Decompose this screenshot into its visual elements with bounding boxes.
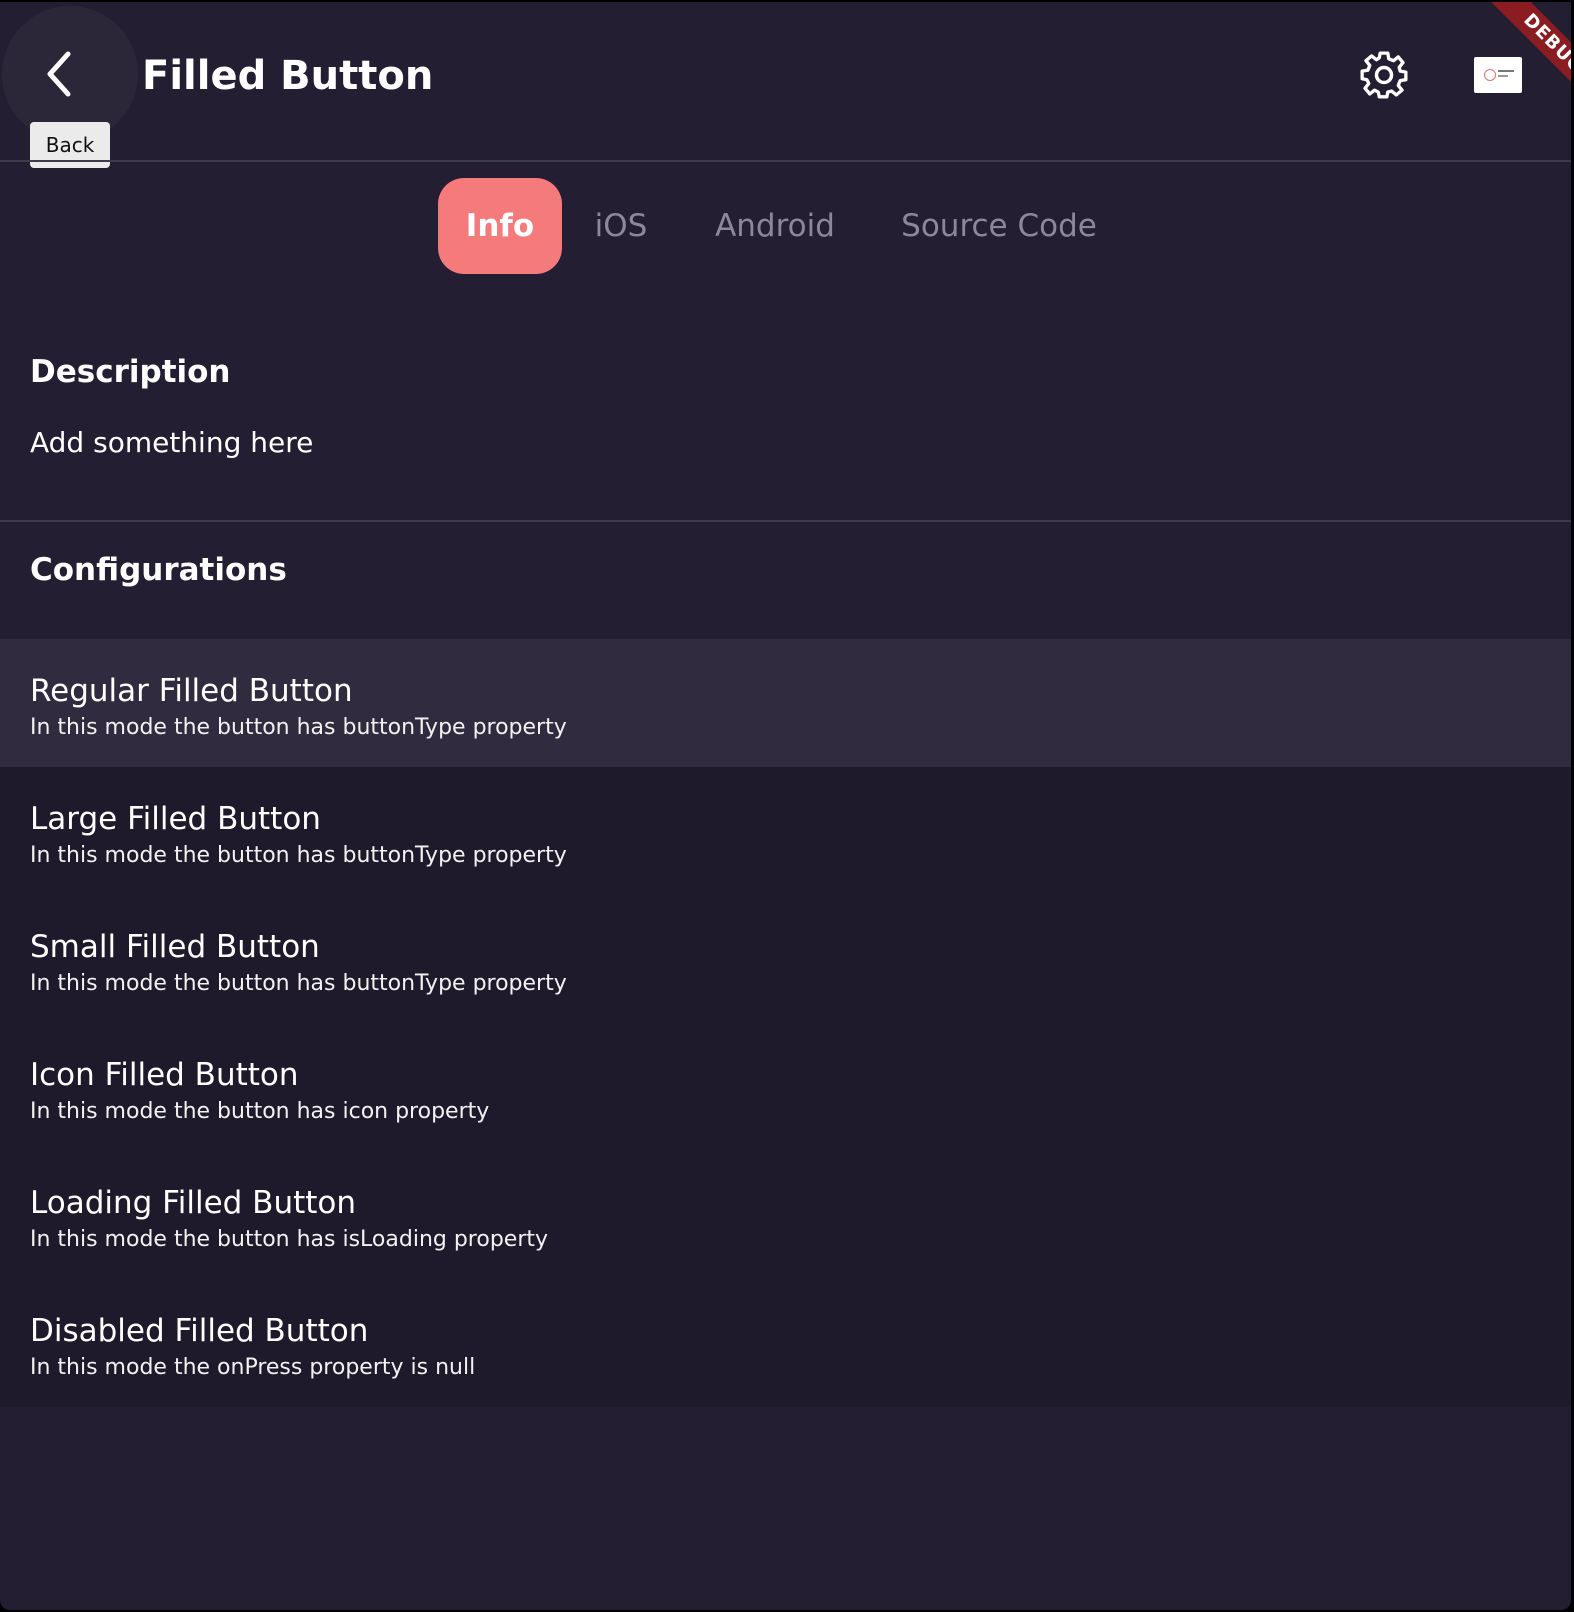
list-item-title: Loading Filled Button: [30, 1185, 357, 1221]
list-item-loading[interactable]: Loading Filled Button In this mode the b…: [0, 1151, 1571, 1279]
section-divider: [0, 520, 1571, 522]
list-item-title: Large Filled Button: [30, 801, 321, 837]
tab-bar: Info iOS Android Source Code: [0, 178, 1571, 274]
list-item-icon[interactable]: Icon Filled Button In this mode the butt…: [0, 1023, 1571, 1151]
list-item-title: Small Filled Button: [30, 929, 320, 965]
list-item-large[interactable]: Large Filled Button In this mode the but…: [0, 767, 1571, 895]
list-item-subtitle: In this mode the button has icon propert…: [30, 1099, 490, 1124]
debug-banner-container: DEBUG: [1451, 2, 1571, 122]
list-item-small[interactable]: Small Filled Button In this mode the but…: [0, 895, 1571, 1023]
description-heading: Description: [30, 354, 231, 390]
list-item-title: Regular Filled Button: [30, 673, 353, 709]
tab-info[interactable]: Info: [438, 178, 562, 274]
app-window: Back Filled Button DEBUG Info iOS Androi…: [0, 2, 1571, 1610]
list-item-subtitle: In this mode the button has buttonType p…: [30, 715, 567, 740]
configurations-list: Regular Filled Button In this mode the b…: [0, 639, 1571, 1407]
tab-ios[interactable]: iOS: [578, 178, 664, 274]
app-bar: Back Filled Button DEBUG: [0, 2, 1571, 168]
debug-banner: DEBUG: [1486, 2, 1571, 111]
list-item-regular[interactable]: Regular Filled Button In this mode the b…: [0, 639, 1571, 767]
list-item-title: Icon Filled Button: [30, 1057, 299, 1093]
description-text: Add something here: [30, 426, 314, 459]
chevron-left-icon: [47, 51, 71, 97]
list-item-subtitle: In this mode the button has buttonType p…: [30, 971, 567, 996]
gear-icon[interactable]: [1358, 48, 1410, 100]
list-item-disabled[interactable]: Disabled Filled Button In this mode the …: [0, 1279, 1571, 1407]
app-bar-divider: [0, 160, 1571, 162]
configurations-heading: Configurations: [30, 552, 287, 588]
list-item-subtitle: In this mode the onPress property is nul…: [30, 1355, 476, 1380]
list-item-subtitle: In this mode the button has buttonType p…: [30, 843, 567, 868]
page-title: Filled Button: [142, 53, 434, 99]
list-item-title: Disabled Filled Button: [30, 1313, 369, 1349]
tab-android[interactable]: Android: [700, 178, 850, 274]
list-item-subtitle: In this mode the button has isLoading pr…: [30, 1227, 549, 1252]
tab-source-code[interactable]: Source Code: [884, 178, 1114, 274]
